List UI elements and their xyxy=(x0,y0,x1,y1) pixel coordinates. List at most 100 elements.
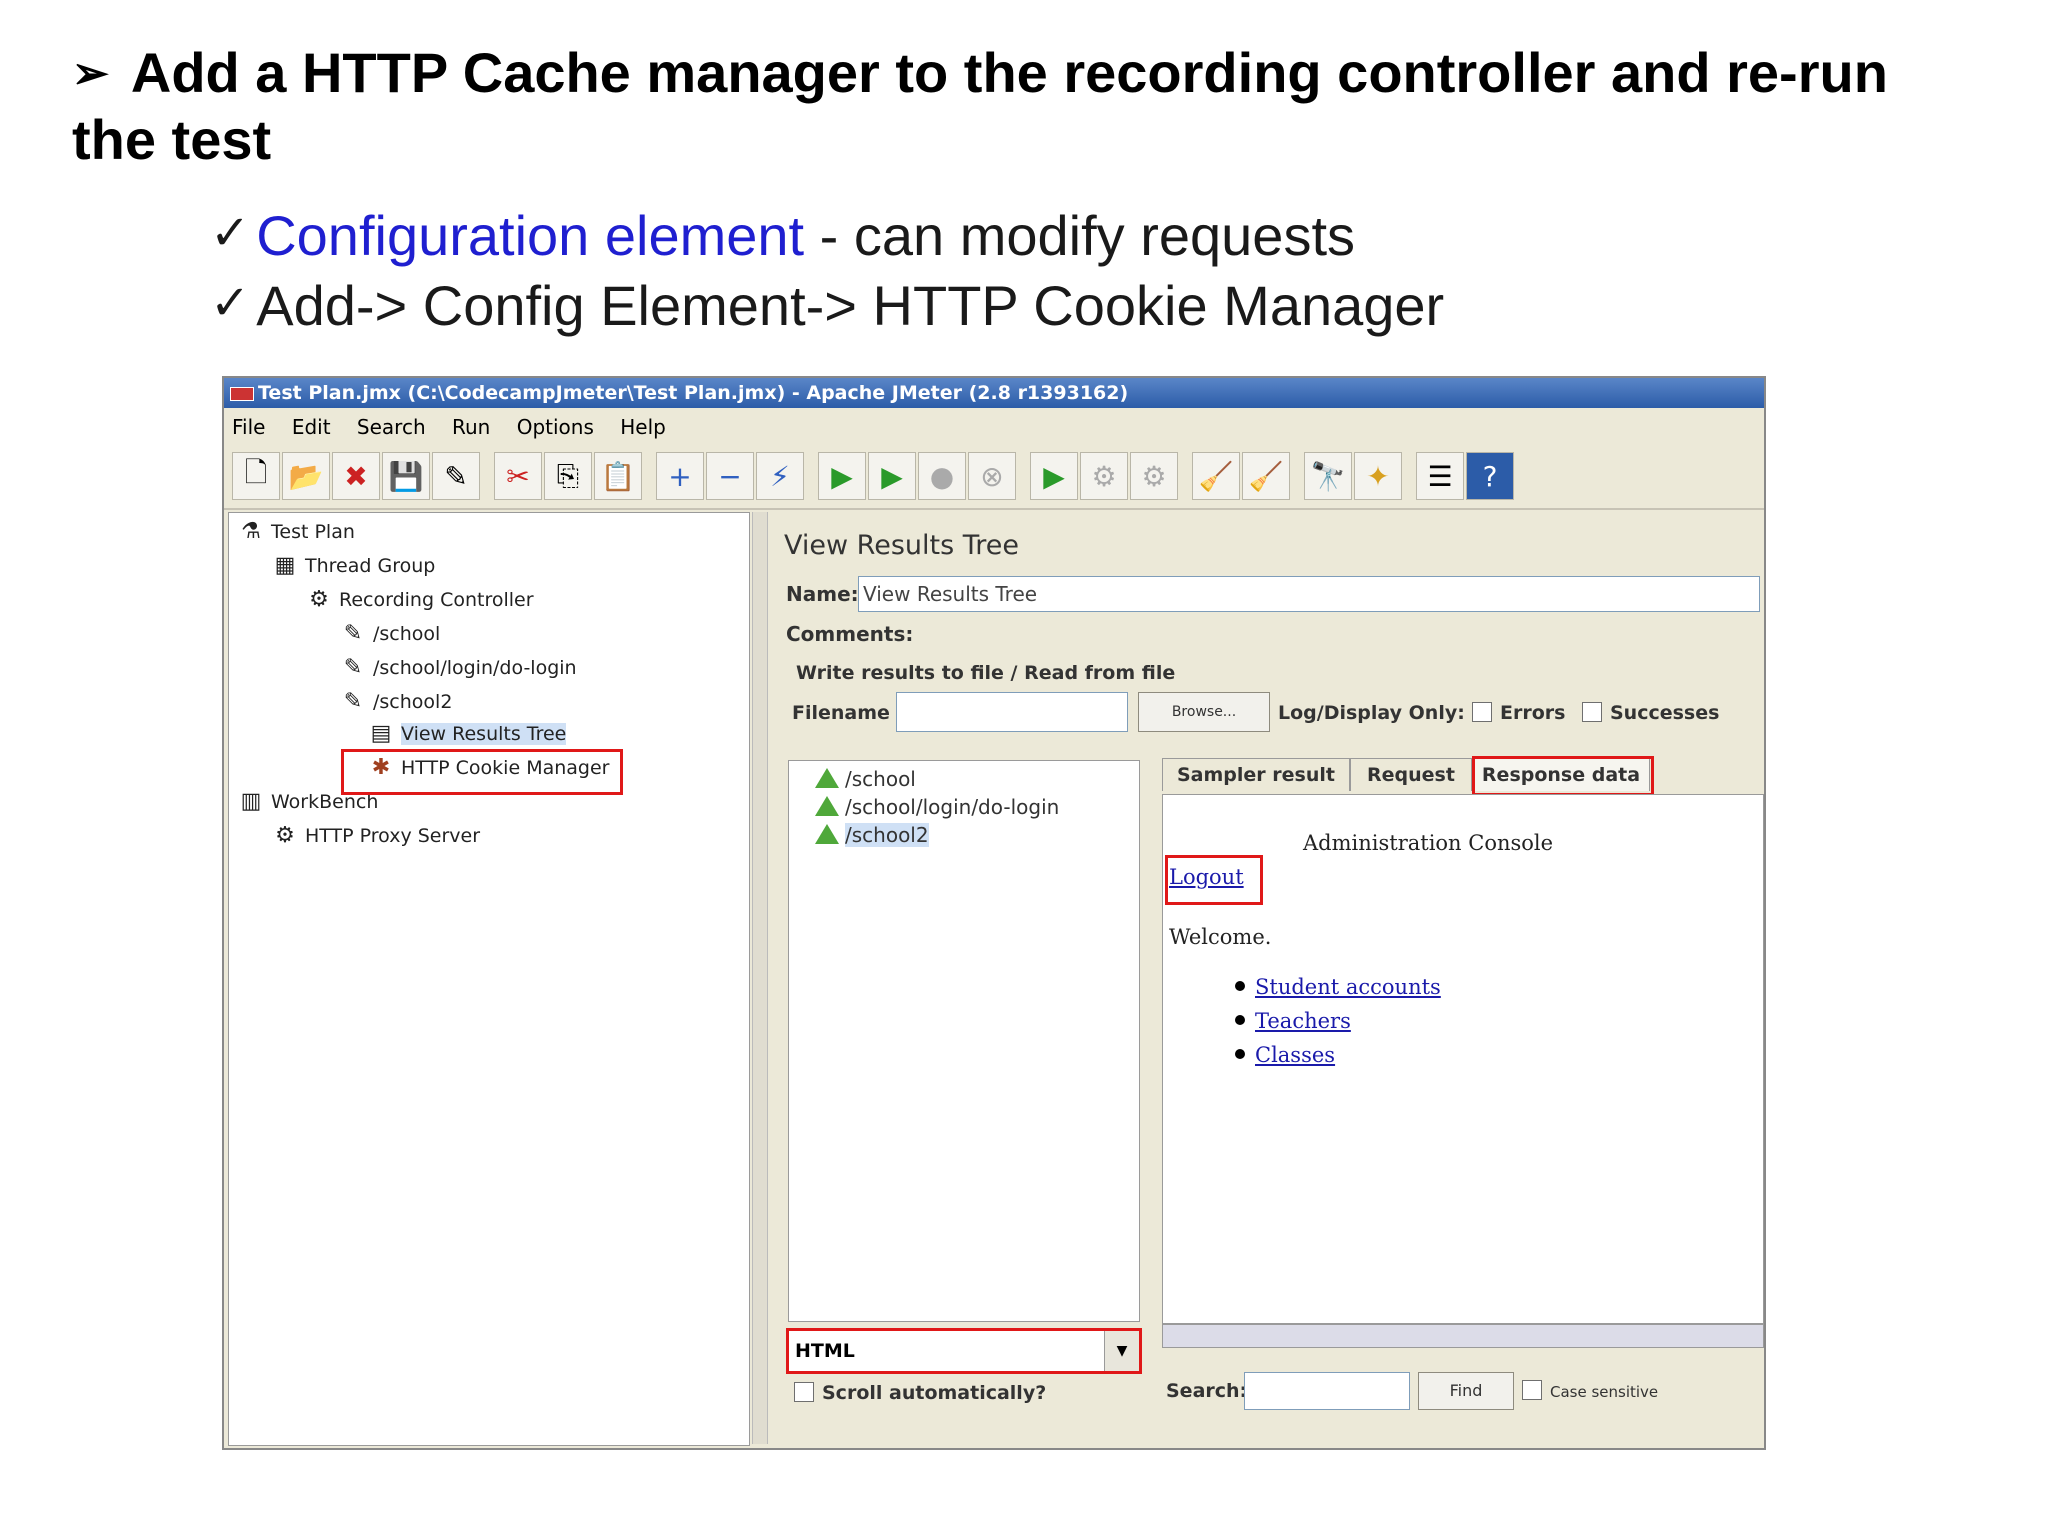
save-icon[interactable]: 💾 xyxy=(382,452,430,500)
tree-item-test-plan[interactable]: ⚗ Test Plan xyxy=(239,517,355,547)
stop-icon[interactable]: ● xyxy=(918,452,966,500)
name-label: Name: xyxy=(786,582,859,606)
tree-item-view-results-tree[interactable]: ▤ View Results Tree xyxy=(369,719,567,749)
log-display-label: Log/Display Only: xyxy=(1278,702,1465,724)
successes-checkbox[interactable]: Successes xyxy=(1582,702,1719,724)
success-icon xyxy=(815,768,839,788)
pipette-icon: ✎ xyxy=(343,621,363,646)
arrow-bullet-icon: ➢ xyxy=(72,49,109,98)
flask-icon: ⚗ xyxy=(241,519,261,544)
errors-checkbox[interactable]: Errors xyxy=(1472,702,1565,724)
tree-item-school2[interactable]: ✎/school2 xyxy=(341,687,453,717)
toolbar: 🗋 📂 ✖ 💾 ✎ ✂ ⎘ 📋 + − ⚡ ▶ ▶ ● ⊗ ▶ ⚙ ⚙ 🧹 🧹 … xyxy=(224,446,1764,510)
window-title: Test Plan.jmx (C:\CodecampJmeter\Test Pl… xyxy=(258,382,1129,404)
browse-button[interactable]: Browse... xyxy=(1138,692,1270,732)
menu-file[interactable]: File xyxy=(232,410,265,444)
pane-splitter[interactable] xyxy=(752,512,768,1444)
clear-icon[interactable]: 🧹 xyxy=(1192,452,1240,500)
close-icon[interactable]: ✖ xyxy=(332,452,380,500)
tab-sampler-result[interactable]: Sampler result xyxy=(1162,758,1350,791)
welcome-text: Welcome. xyxy=(1169,925,1272,949)
menu-search[interactable]: Search xyxy=(357,410,426,444)
search-label: Search: xyxy=(1166,1380,1248,1402)
list-item: Classes xyxy=(1235,1043,1335,1067)
slide-heading-text: Add a HTTP Cache manager to the recordin… xyxy=(72,41,1888,171)
name-field[interactable]: View Results Tree xyxy=(858,576,1760,612)
find-button[interactable]: Find xyxy=(1418,1372,1514,1410)
pipette-icon: ✎ xyxy=(343,655,363,680)
remote-exit-icon[interactable]: ⚙ xyxy=(1130,452,1178,500)
list-item: Teachers xyxy=(1235,1009,1351,1033)
toggle-icon[interactable]: ⚡ xyxy=(756,452,804,500)
menu-help[interactable]: Help xyxy=(620,410,666,444)
menu-options[interactable]: Options xyxy=(517,410,594,444)
bullet-add-config: ✓ Add-> Config Element-> HTTP Cookie Mana… xyxy=(210,272,1444,338)
scroll-auto-checkbox-box[interactable] xyxy=(794,1382,814,1402)
tree-item-recording-controller[interactable]: ⚙ Recording Controller xyxy=(307,585,533,615)
menu-run[interactable]: Run xyxy=(452,410,490,444)
bullet-highlight: Configuration element xyxy=(256,204,805,267)
case-sensitive-checkbox-box[interactable] xyxy=(1522,1380,1542,1400)
search-input[interactable] xyxy=(1244,1372,1410,1410)
filename-field[interactable] xyxy=(896,692,1128,732)
cut-icon[interactable]: ✂ xyxy=(494,452,542,500)
case-sensitive-checkbox[interactable]: Case sensitive xyxy=(1522,1380,1658,1401)
classes-link[interactable]: Classes xyxy=(1255,1043,1335,1067)
collapse-icon[interactable]: − xyxy=(706,452,754,500)
gear-icon: ⚙ xyxy=(275,823,295,848)
panel-title: View Results Tree xyxy=(784,530,1019,561)
teachers-link[interactable]: Teachers xyxy=(1255,1009,1351,1033)
remote-stop-icon[interactable]: ⚙ xyxy=(1080,452,1128,500)
response-html-view: Administration Console Logout Welcome. S… xyxy=(1162,794,1764,1324)
success-icon xyxy=(815,796,839,816)
result-school2[interactable]: /school2 xyxy=(815,821,929,849)
copy-icon[interactable]: ⎘ xyxy=(544,452,592,500)
highlight-box-logout xyxy=(1165,855,1263,905)
write-results-label: Write results to file / Read from file xyxy=(796,662,1176,684)
checkmark-icon: ✓ xyxy=(210,207,251,260)
tab-request[interactable]: Request xyxy=(1350,758,1472,791)
thread-group-icon: ▦ xyxy=(274,553,296,578)
help-icon[interactable]: ? xyxy=(1466,452,1514,500)
clear-all-icon[interactable]: 🧹 xyxy=(1242,452,1290,500)
bullet-text: - can modify requests xyxy=(804,204,1356,267)
list-item: Student accounts xyxy=(1235,975,1441,999)
expand-icon[interactable]: + xyxy=(656,452,704,500)
tree-item-http-proxy-server[interactable]: ⚙ HTTP Proxy Server xyxy=(273,821,480,851)
slide-heading: ➢ Add a HTTP Cache manager to the recordi… xyxy=(72,40,1972,173)
results-list: /school /school/login/do-login /school2 xyxy=(788,760,1140,1322)
shutdown-icon[interactable]: ⊗ xyxy=(968,452,1016,500)
open-icon[interactable]: 📂 xyxy=(282,452,330,500)
search-icon[interactable]: 🔭 xyxy=(1304,452,1352,500)
workbench-icon: ▥ xyxy=(240,789,262,814)
highlight-box-cookie-manager xyxy=(341,749,623,795)
comments-label: Comments: xyxy=(786,622,914,646)
menu-edit[interactable]: Edit xyxy=(292,410,331,444)
new-icon[interactable]: 🗋 xyxy=(232,452,280,500)
save-as-icon[interactable]: ✎ xyxy=(432,452,480,500)
reset-search-icon[interactable]: ✦ xyxy=(1354,452,1402,500)
result-school[interactable]: /school xyxy=(815,765,916,793)
app-icon xyxy=(230,387,254,401)
window-title-bar: Test Plan.jmx (C:\CodecampJmeter\Test Pl… xyxy=(224,378,1764,408)
remote-start-icon[interactable]: ▶ xyxy=(1030,452,1078,500)
tree-item-thread-group[interactable]: ▦ Thread Group xyxy=(273,551,436,581)
result-do-login[interactable]: /school/login/do-login xyxy=(815,793,1059,821)
highlight-box-response-tab xyxy=(1472,756,1654,796)
errors-checkbox-box[interactable] xyxy=(1472,702,1492,722)
test-plan-tree: ⚗ Test Plan ▦ Thread Group ⚙ Recording Cont… xyxy=(228,512,750,1446)
response-heading: Administration Console xyxy=(1303,831,1554,855)
bullet-text: Add-> Config Element-> HTTP Cookie Manag… xyxy=(256,274,1445,337)
start-icon[interactable]: ▶ xyxy=(818,452,866,500)
paste-icon[interactable]: 📋 xyxy=(594,452,642,500)
success-icon xyxy=(815,824,839,844)
scroll-auto-checkbox[interactable]: Scroll automatically? xyxy=(794,1382,1046,1404)
successes-checkbox-box[interactable] xyxy=(1582,702,1602,722)
student-accounts-link[interactable]: Student accounts xyxy=(1255,975,1441,999)
horizontal-scrollbar[interactable] xyxy=(1162,1324,1764,1348)
tree-item-do-login[interactable]: ✎/school/login/do-login xyxy=(341,653,577,683)
pipette-icon: ✎ xyxy=(343,689,363,714)
function-helper-icon[interactable]: ☰ xyxy=(1416,452,1464,500)
tree-item-school[interactable]: ✎/school xyxy=(341,619,441,649)
start-no-pause-icon[interactable]: ▶ xyxy=(868,452,916,500)
